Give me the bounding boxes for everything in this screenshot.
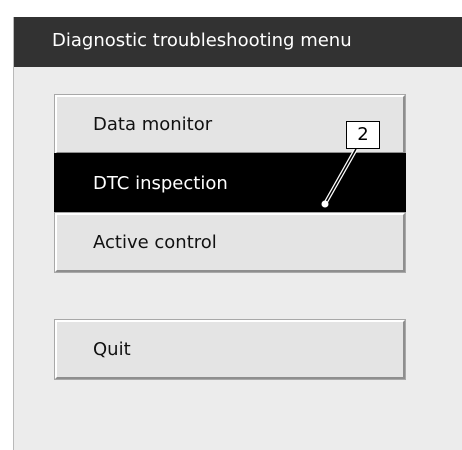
data-monitor-label: Data monitor <box>93 114 213 135</box>
active-control-button[interactable]: Active control <box>55 213 405 272</box>
title-bar: Diagnostic troubleshooting menu <box>14 17 462 67</box>
callout-number-badge: 2 <box>346 121 380 149</box>
quit-label: Quit <box>93 339 131 360</box>
active-control-label: Active control <box>93 232 217 253</box>
dtc-inspection-label: DTC inspection <box>93 173 228 194</box>
dtc-inspection-button[interactable]: DTC inspection <box>55 154 405 213</box>
quit-button[interactable]: Quit <box>55 320 405 379</box>
window-title: Diagnostic troubleshooting menu <box>52 30 352 51</box>
